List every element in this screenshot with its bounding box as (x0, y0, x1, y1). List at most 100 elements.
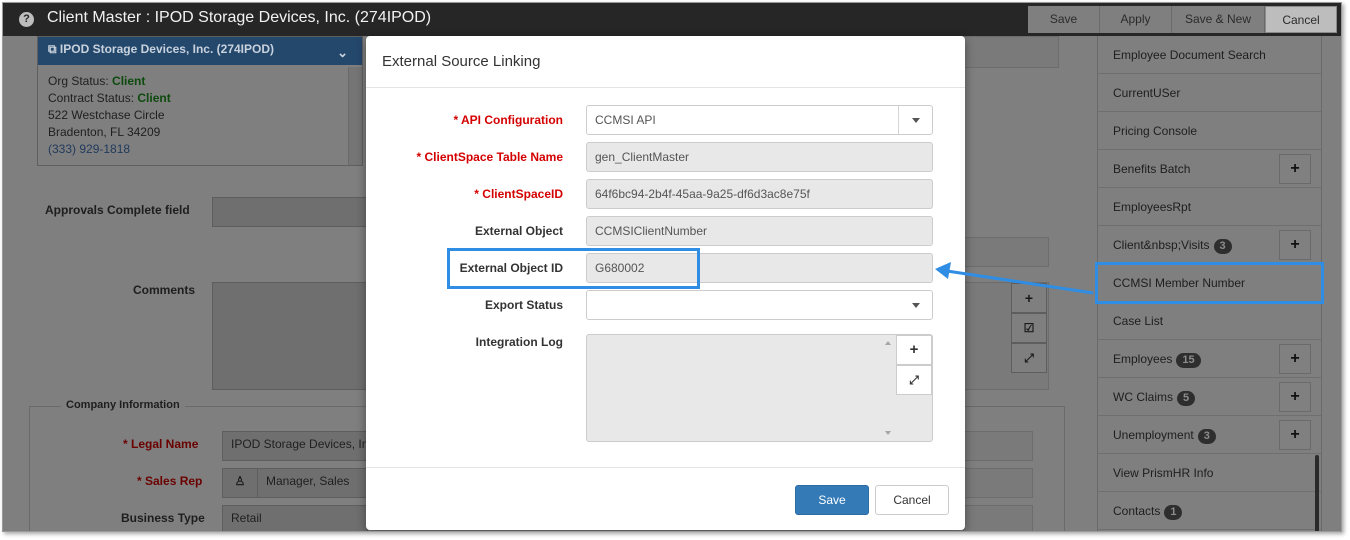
table-name-label: * ClientSpace Table Name (416, 150, 564, 164)
dialog-footer: Save Cancel (366, 467, 965, 530)
caret-down-icon (912, 118, 920, 123)
user-icon: ♙ (222, 468, 258, 498)
sidebar-item-unemployment[interactable]: Unemployment 3 + (1098, 416, 1321, 454)
dialog-title: External Source Linking (366, 36, 965, 88)
company-info-title: Company Information (61, 399, 185, 411)
org-status-value: Client (112, 74, 146, 88)
approvals-label: Approvals Complete field (45, 203, 190, 217)
sidebar-item-label: Unemployment (1113, 428, 1194, 442)
sidebar-item-label: WC Claims (1113, 390, 1173, 404)
contract-status-value: Client (137, 91, 171, 105)
plus-icon[interactable]: + (1011, 283, 1047, 313)
count-badge: 3 (1197, 429, 1216, 444)
business-type-select[interactable]: Retail (222, 505, 368, 531)
dialog-cancel-button[interactable]: Cancel (875, 485, 949, 515)
business-type-label: Business Type (121, 511, 205, 525)
sidebar-scrollbar[interactable] (1315, 455, 1319, 531)
sidebar-item-contacts[interactable]: Contacts 1 (1098, 492, 1321, 530)
chevron-down-icon[interactable]: ⌄ (337, 41, 348, 65)
sidebar-item-wc-claims[interactable]: WC Claims 5 + (1098, 378, 1321, 416)
add-icon[interactable]: + (896, 335, 932, 365)
phone-link[interactable]: (333) 929-1818 (48, 141, 352, 158)
bg-input (963, 237, 1049, 267)
save-and-new-button[interactable]: Save & New (1172, 6, 1265, 33)
help-icon[interactable]: ? (19, 12, 34, 27)
sidebar-item-employees[interactable]: Employees 15 + (1098, 340, 1321, 378)
external-object-label: External Object (474, 224, 563, 238)
legal-name-input-right (963, 431, 1033, 461)
apply-button[interactable]: Apply (1100, 6, 1172, 33)
approvals-input[interactable] (212, 197, 368, 227)
sidebar-item-label: View PrismHR Info (1113, 466, 1214, 480)
sales-rep-input[interactable]: Manager, Sales (257, 468, 368, 498)
integration-log-label: Integration Log (475, 335, 563, 349)
org-status-label: Org Status: (48, 74, 109, 88)
sidebar-item-employee-document-search[interactable]: Employee Document Search (1098, 36, 1321, 74)
add-icon[interactable]: + (1279, 344, 1311, 374)
count-badge: 5 (1177, 391, 1196, 406)
dialog-save-button[interactable]: Save (795, 485, 869, 515)
table-name-field[interactable]: gen_ClientMaster (586, 142, 933, 172)
card-scrollbar[interactable] (348, 67, 362, 165)
sidebar-item-label: Benefits Batch (1113, 162, 1191, 176)
caret-down-icon (912, 303, 920, 308)
sidebar-item-pricing-console[interactable]: Pricing Console (1098, 112, 1321, 150)
add-icon[interactable]: + (1279, 420, 1311, 450)
cancel-button[interactable]: Cancel (1265, 6, 1337, 33)
count-badge: 3 (1213, 239, 1232, 254)
sidebar-item-label: Contacts (1113, 504, 1161, 518)
title-bar: ? Client Master : IPOD Storage Devices, … (3, 3, 1341, 36)
sidebar-item-label: Employee Document Search (1113, 48, 1266, 62)
contract-status-label: Contract Status: (48, 91, 135, 105)
sidebar-item-benefits-batch[interactable]: Benefits Batch + (1098, 150, 1321, 188)
client-name: IPOD Storage Devices, Inc. (274IPOD) (59, 42, 274, 56)
bg-panel (963, 36, 1059, 68)
window-title: Client Master : IPOD Storage Devices, In… (47, 9, 432, 26)
address-line-2: Bradenton, FL 34209 (48, 125, 161, 139)
sidebar-item-label: CurrentUSer (1113, 86, 1181, 100)
highlight-box-object-id (447, 248, 700, 289)
clientspace-id-field[interactable]: 64f6bc94-2b4f-45aa-9a25-df6d3ac8e75f (586, 179, 933, 209)
address-line-1: 522 Westchase Circle (48, 108, 165, 122)
business-type-select-right (963, 505, 1033, 531)
add-icon[interactable]: + (1279, 230, 1311, 260)
sidebar-item-employeesrpt[interactable]: EmployeesRpt (1098, 188, 1321, 226)
client-summary-card: ⧉ IPOD Storage Devices, Inc. (274IPOD) ⌄… (37, 36, 363, 166)
count-badge: 15 (1176, 353, 1201, 368)
legal-name-input[interactable]: IPOD Storage Devices, Inc (222, 431, 368, 461)
clientspace-id-label: * ClientSpaceID (474, 187, 563, 201)
legal-name-label: * Legal Name (123, 437, 199, 451)
add-icon[interactable]: + (1279, 154, 1311, 184)
save-button[interactable]: Save (1028, 6, 1100, 33)
export-status-select[interactable] (586, 290, 933, 320)
sidebar-item-label: Employees (1113, 352, 1173, 366)
integration-log-textarea[interactable]: + ⤢ (586, 334, 933, 442)
sidebar-item-client-visits[interactable]: Client&nbsp;Visits 3 + (1098, 226, 1321, 264)
external-object-field[interactable]: CCMSIClientNumber (586, 216, 933, 246)
sidebar-item-case-list[interactable]: Case List (1098, 302, 1321, 340)
export-status-label: Export Status (484, 298, 563, 312)
api-configuration-value: CCMSI API (595, 113, 656, 127)
add-icon[interactable]: + (1279, 382, 1311, 412)
count-badge: 1 (1164, 505, 1183, 520)
app-window: ? Client Master : IPOD Storage Devices, … (2, 2, 1342, 532)
sidebar-item-currentuser[interactable]: CurrentUSer (1098, 74, 1321, 112)
expand-icon[interactable]: ⤢ (896, 365, 932, 395)
comments-label: Comments (133, 283, 196, 297)
scroll-down-icon[interactable] (885, 431, 891, 435)
sidebar-item-view-prismhr-info[interactable]: View PrismHR Info (1098, 454, 1321, 492)
sales-rep-input-right (963, 468, 1033, 498)
highlight-box-ccmsi-member (1095, 262, 1324, 304)
api-configuration-label: * API Configuration (453, 113, 563, 127)
scroll-up-icon[interactable] (885, 341, 891, 345)
api-configuration-select[interactable]: CCMSI API (586, 105, 933, 135)
expand-icon[interactable]: ⤢ (1011, 343, 1047, 373)
textarea-scrollbar[interactable] (882, 335, 896, 441)
comments-textarea[interactable] (212, 282, 368, 390)
select-divider (898, 106, 899, 134)
sidebar-item-label: Pricing Console (1113, 124, 1198, 138)
sidebar-item-label: Case List (1113, 314, 1164, 328)
edit-icon[interactable]: ☑ (1011, 313, 1047, 343)
sidebar-item-label: Client&nbsp;Visits (1113, 238, 1210, 252)
client-card-header[interactable]: ⧉ IPOD Storage Devices, Inc. (274IPOD) ⌄ (38, 37, 362, 65)
